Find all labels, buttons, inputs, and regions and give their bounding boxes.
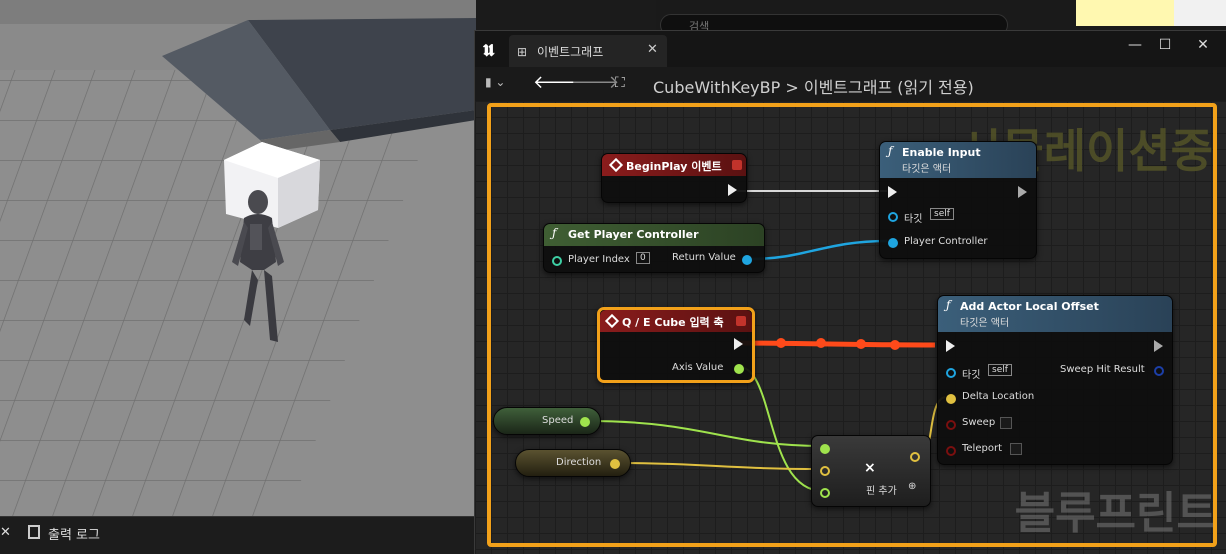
close-icon[interactable]: ✕ bbox=[0, 525, 11, 540]
background-window bbox=[1174, 0, 1226, 26]
bottom-tab-bar: ✕ 출력 로그 bbox=[0, 516, 476, 554]
blueprint-editor-window: 𝖚 ⊞ 이벤트그래프 ✕ — ☐ ✕ ▮ ⌄ 🡐 🡒 ⛶ CubeWithKey… bbox=[474, 30, 1226, 554]
bookmark-icon[interactable]: ▮ ⌄ bbox=[485, 75, 505, 89]
viewport-scene bbox=[0, 0, 476, 516]
graph-icon: ⊞ bbox=[517, 45, 528, 59]
level-viewport[interactable] bbox=[0, 0, 476, 516]
graph-toolbar: ▮ ⌄ 🡐 🡒 ⛶ CubeWithKeyBP > 이벤트그래프 (읽기 전용) bbox=[475, 67, 1226, 101]
forward-arrow-icon[interactable]: 🡒 bbox=[571, 72, 619, 93]
tab-label: 이벤트그래프 bbox=[537, 45, 604, 59]
graph-nodes-icon: ⛶ bbox=[615, 75, 625, 91]
output-log-tab[interactable]: 출력 로그 bbox=[48, 524, 100, 543]
title-bar[interactable]: 𝖚 ⊞ 이벤트그래프 ✕ — ☐ ✕ bbox=[475, 31, 1226, 67]
window-close-button[interactable]: ✕ bbox=[1191, 37, 1215, 53]
screen: 검색 ✕ 출력 로그 𝖚 ⊞ 이벤트그래프 ✕ — ☐ ✕ ▮ ⌄ 🡐 🡒 ⛶ … bbox=[0, 0, 1226, 554]
breadcrumb: CubeWithKeyBP > 이벤트그래프 (읽기 전용) bbox=[653, 78, 974, 97]
simulation-frame bbox=[487, 103, 1217, 547]
output-log-icon bbox=[28, 525, 40, 539]
maximize-button[interactable]: ☐ bbox=[1153, 37, 1177, 53]
graph-canvas[interactable]: 시뮬레이션중 BeginPlay 이벤트 ƒ Enable Input 타깃은 … bbox=[475, 101, 1226, 554]
sticky-note bbox=[1076, 0, 1174, 26]
unreal-logo-icon: 𝖚 bbox=[483, 36, 495, 62]
minimize-button[interactable]: — bbox=[1123, 37, 1147, 53]
tab-close-icon[interactable]: ✕ bbox=[647, 42, 658, 57]
tab-event-graph[interactable]: ⊞ 이벤트그래프 ✕ bbox=[509, 35, 667, 67]
